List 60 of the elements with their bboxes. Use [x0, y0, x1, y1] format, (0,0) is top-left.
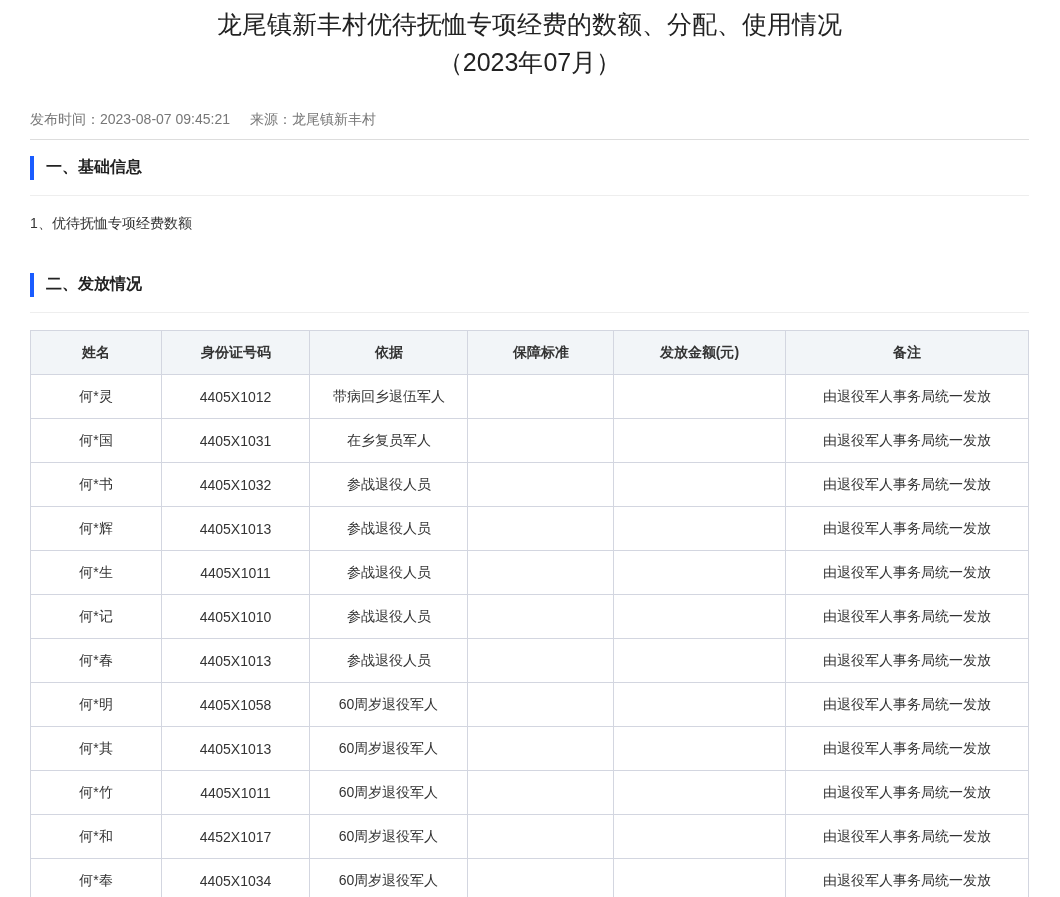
table-cell: 4405X1013 — [161, 638, 310, 683]
column-header: 发放金额(元) — [613, 330, 786, 375]
column-header: 保障标准 — [467, 330, 614, 375]
column-header: 备注 — [785, 330, 1029, 375]
page-subtitle: （2023年07月） — [437, 47, 622, 78]
table-cell: 何*竹 — [30, 770, 162, 815]
table-cell: 由退役军人事务局统一发放 — [785, 770, 1029, 815]
table-cell: 何*生 — [30, 550, 162, 595]
table-cell: 参战退役人员 — [309, 506, 468, 551]
table-cell: 在乡复员军人 — [309, 418, 468, 463]
table-cell: 4405X1031 — [161, 418, 310, 463]
table-cell: 由退役军人事务局统一发放 — [785, 814, 1029, 859]
table-cell: 由退役军人事务局统一发放 — [785, 374, 1029, 419]
table-cell: 带病回乡退伍军人 — [309, 374, 468, 419]
table-cell: 60周岁退役军人 — [309, 682, 468, 727]
table-cell: 60周岁退役军人 — [309, 814, 468, 859]
table-cell: 参战退役人员 — [309, 594, 468, 639]
table-cell: 何*和 — [30, 814, 162, 859]
table-cell: 参战退役人员 — [309, 550, 468, 595]
table-cell: 4405X1058 — [161, 682, 310, 727]
table-cell: 何*其 — [30, 726, 162, 771]
column-header: 依据 — [309, 330, 468, 375]
source-text: 来源：龙尾镇新丰村 — [250, 111, 376, 129]
table-cell: 由退役军人事务局统一发放 — [785, 682, 1029, 727]
table-cell: 4405X1013 — [161, 726, 310, 771]
column-header: 姓名 — [30, 330, 162, 375]
table-cell: 何*明 — [30, 682, 162, 727]
table-cell: 60周岁退役军人 — [309, 770, 468, 815]
table-cell: 参战退役人员 — [309, 638, 468, 683]
table-cell: 参战退役人员 — [309, 462, 468, 507]
table-cell: 4405X1012 — [161, 374, 310, 419]
table-cell: 何*国 — [30, 418, 162, 463]
column-header: 身份证号码 — [161, 330, 310, 375]
table-cell: 何*书 — [30, 462, 162, 507]
table-cell: 由退役军人事务局统一发放 — [785, 550, 1029, 595]
table-cell: 由退役军人事务局统一发放 — [785, 726, 1029, 771]
table-cell: 由退役军人事务局统一发放 — [785, 594, 1029, 639]
list-item-text: 1、优待抚恤专项经费数额 — [30, 215, 192, 231]
table-cell: 由退役军人事务局统一发放 — [785, 506, 1029, 551]
table-cell: 何*奉 — [30, 858, 162, 897]
page-title: 龙尾镇新丰村优待抚恤专项经费的数额、分配、使用情况 — [217, 9, 842, 40]
table-cell: 由退役军人事务局统一发放 — [785, 638, 1029, 683]
table-cell: 4405X1032 — [161, 462, 310, 507]
table-cell: 由退役军人事务局统一发放 — [785, 418, 1029, 463]
table-cell: 4405X1011 — [161, 770, 310, 815]
publish-time: 发布时间：2023-08-07 09:45:21 — [30, 111, 230, 129]
section-marker — [30, 155, 34, 180]
table-cell: 由退役军人事务局统一发放 — [785, 462, 1029, 507]
table-cell: 何*春 — [30, 638, 162, 683]
table-cell: 何*辉 — [30, 506, 162, 551]
table-cell: 4405X1011 — [161, 550, 310, 595]
table-cell: 4405X1013 — [161, 506, 310, 551]
section-heading: 二、发放情况 — [46, 274, 142, 294]
table-cell: 4405X1010 — [161, 594, 310, 639]
table-cell: 60周岁退役军人 — [309, 726, 468, 771]
table-cell: 4452X1017 — [161, 814, 310, 859]
table-cell: 何*记 — [30, 594, 162, 639]
section-marker — [30, 272, 34, 297]
section-heading: 一、基础信息 — [46, 157, 142, 177]
table-cell: 何*灵 — [30, 374, 162, 419]
